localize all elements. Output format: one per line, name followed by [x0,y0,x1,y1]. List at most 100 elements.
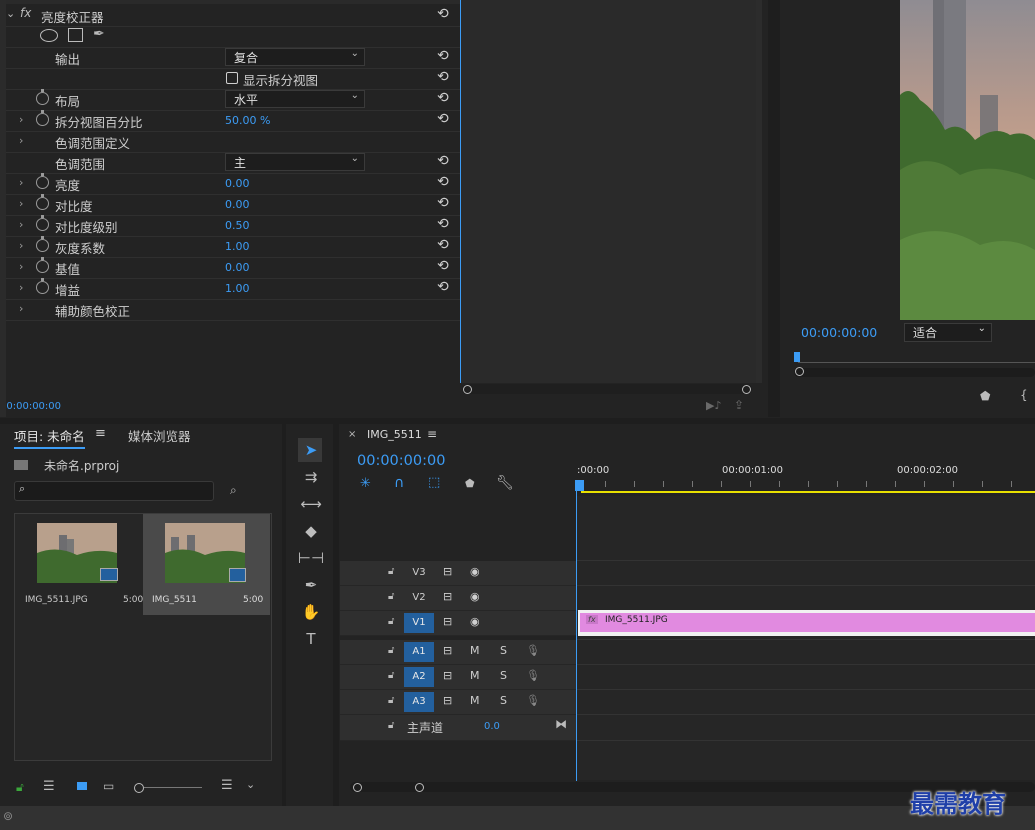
brightness-value[interactable]: 0.00 [225,177,250,190]
chevron-right-icon[interactable]: › [19,281,23,294]
pen-tool-icon[interactable]: ✒ [296,573,326,597]
linked-selection-icon[interactable]: ⬚ [428,475,440,490]
lock-icon[interactable]: 🔓︎ [388,645,394,656]
gain-value[interactable]: 1.00 [225,282,250,295]
mic-icon[interactable]: 🎙︎ [526,644,540,657]
track-select-tool-icon[interactable]: ⇉ [296,465,326,489]
stopwatch-icon[interactable] [36,194,49,210]
fit-dropdown[interactable]: 适合 ⌄ [904,323,992,342]
time-ruler[interactable] [576,448,1035,495]
effect-header-row[interactable]: ⌄ fx 亮度校正器 ⟲ [0,5,460,27]
program-ruler[interactable] [798,362,1035,363]
mute-button[interactable]: M [470,644,480,657]
export-icon[interactable]: ⇪ [734,398,744,412]
creative-cloud-icon[interactable]: ⊚ [3,809,13,823]
close-icon[interactable]: × [348,429,356,440]
scroll-handle-right[interactable] [415,783,424,792]
work-area-bar[interactable] [581,491,1035,493]
lock-icon[interactable]: 🔓︎ [16,780,24,795]
track-a3[interactable]: 🔓︎ A3 ⊟ M S 🎙︎ [340,690,576,715]
chevron-down-icon[interactable]: ⌄ [246,778,255,791]
stopwatch-icon[interactable] [36,257,49,273]
mute-button[interactable]: M [470,694,480,707]
stopwatch-icon[interactable] [36,236,49,252]
timeline-timecode[interactable]: 00:00:00:00 [357,453,445,469]
media-item-selected[interactable]: IMG_5511 5:00 [143,514,270,615]
reset-icon[interactable]: ⟲ [437,69,449,85]
chevron-right-icon[interactable]: › [19,113,23,126]
ripple-edit-tool-icon[interactable]: ⟷ [296,492,326,516]
layout-dropdown[interactable]: 水平 ⌄ [225,90,365,108]
rectangle-mask-icon[interactable] [68,28,83,42]
scroll-handle-left[interactable] [353,783,362,792]
pedestal-value[interactable]: 0.00 [225,261,250,274]
vertical-scrollbar[interactable] [756,0,762,383]
effect-timeline-area[interactable] [461,0,756,383]
selection-tool-icon[interactable]: ➤ [296,438,326,462]
eye-icon[interactable]: ◉ [470,565,480,578]
mute-button[interactable]: M [470,669,480,682]
tab-media-browser[interactable]: 媒体浏览器 [128,426,191,445]
track-a1[interactable]: 🔓︎ A1 ⊟ M S 🎙︎ [340,640,576,665]
lock-icon[interactable]: 🔓︎ [388,591,394,602]
contrast-value[interactable]: 0.00 [225,198,250,211]
track-v2[interactable]: 🔓︎ V2 ⊟ ◉ [340,586,576,611]
stopwatch-icon[interactable] [36,215,49,231]
zoom-scrollbar[interactable] [462,384,752,394]
zoom-handle[interactable] [795,367,804,376]
add-marker-icon[interactable]: ⬟ [465,477,475,490]
program-zoom-bar[interactable] [794,368,1035,377]
zoom-handle-right[interactable] [742,385,751,394]
track-name[interactable]: V3 [404,563,434,583]
icon-view-icon[interactable] [77,782,87,790]
ellipse-mask-icon[interactable] [40,29,58,42]
track-a2[interactable]: 🔓︎ A2 ⊟ M S 🎙︎ [340,665,576,690]
split-view-checkbox[interactable] [226,72,238,84]
output-dropdown[interactable]: 复合 ⌄ [225,48,365,66]
stopwatch-icon[interactable] [36,278,49,294]
nest-icon[interactable]: ✳ [360,476,371,491]
mark-in-icon[interactable]: { [1020,388,1028,402]
track-name[interactable]: V2 [404,588,434,608]
chevron-right-icon[interactable]: › [19,260,23,273]
zoom-slider[interactable] [144,787,202,788]
chevron-right-icon[interactable]: › [19,134,23,147]
lock-icon[interactable]: 🔓︎ [388,720,394,731]
reset-icon[interactable]: ⟲ [437,6,449,22]
solo-button[interactable]: S [500,694,507,707]
playhead-handle[interactable] [575,480,584,491]
eye-icon[interactable]: ◉ [470,615,480,628]
solo-button[interactable]: S [500,644,507,657]
chevron-down-icon[interactable]: ⌄ [6,7,15,20]
wrench-icon[interactable]: 🔧︎ [496,475,514,491]
hand-tool-icon[interactable]: ✋ [296,600,326,624]
chevron-right-icon[interactable]: › [19,197,23,210]
tab-project[interactable]: 项目: 未命名 [14,426,85,449]
chevron-right-icon[interactable]: › [19,302,23,315]
master-volume-value[interactable]: 0.0 [484,721,500,732]
track-name[interactable]: A1 [404,642,434,662]
split-percent-value[interactable]: 50.00 % [225,114,270,127]
freeform-view-icon[interactable]: ▭ [103,779,114,793]
pen-mask-icon[interactable]: ✒ [93,26,105,42]
lock-icon[interactable]: 🔓︎ [388,616,394,627]
go-to-edit-icon[interactable]: ⧓ [555,717,567,731]
reset-icon[interactable]: ⟲ [437,48,449,64]
reset-icon[interactable]: ⟲ [437,195,449,211]
reset-icon[interactable]: ⟲ [437,90,449,106]
sync-lock-icon[interactable]: ⊟ [443,590,452,603]
gamma-value[interactable]: 1.00 [225,240,250,253]
reset-icon[interactable]: ⟲ [437,279,449,295]
reset-icon[interactable]: ⟲ [437,258,449,274]
add-marker-icon[interactable]: ⬟ [980,389,990,403]
stopwatch-icon[interactable] [36,89,49,105]
track-name[interactable]: A2 [404,667,434,687]
media-item[interactable]: IMG_5511.JPG 5:00 [15,514,143,614]
play-audio-icon[interactable]: ▶♪ [706,399,721,412]
track-name[interactable]: A3 [404,692,434,712]
sync-lock-icon[interactable]: ⊟ [443,615,452,628]
lock-icon[interactable]: 🔓︎ [388,566,394,577]
sequence-tab[interactable]: IMG_5511 [367,428,422,441]
program-video-frame[interactable] [900,0,1035,320]
timeline-menu-icon[interactable]: ≡ [427,427,437,441]
